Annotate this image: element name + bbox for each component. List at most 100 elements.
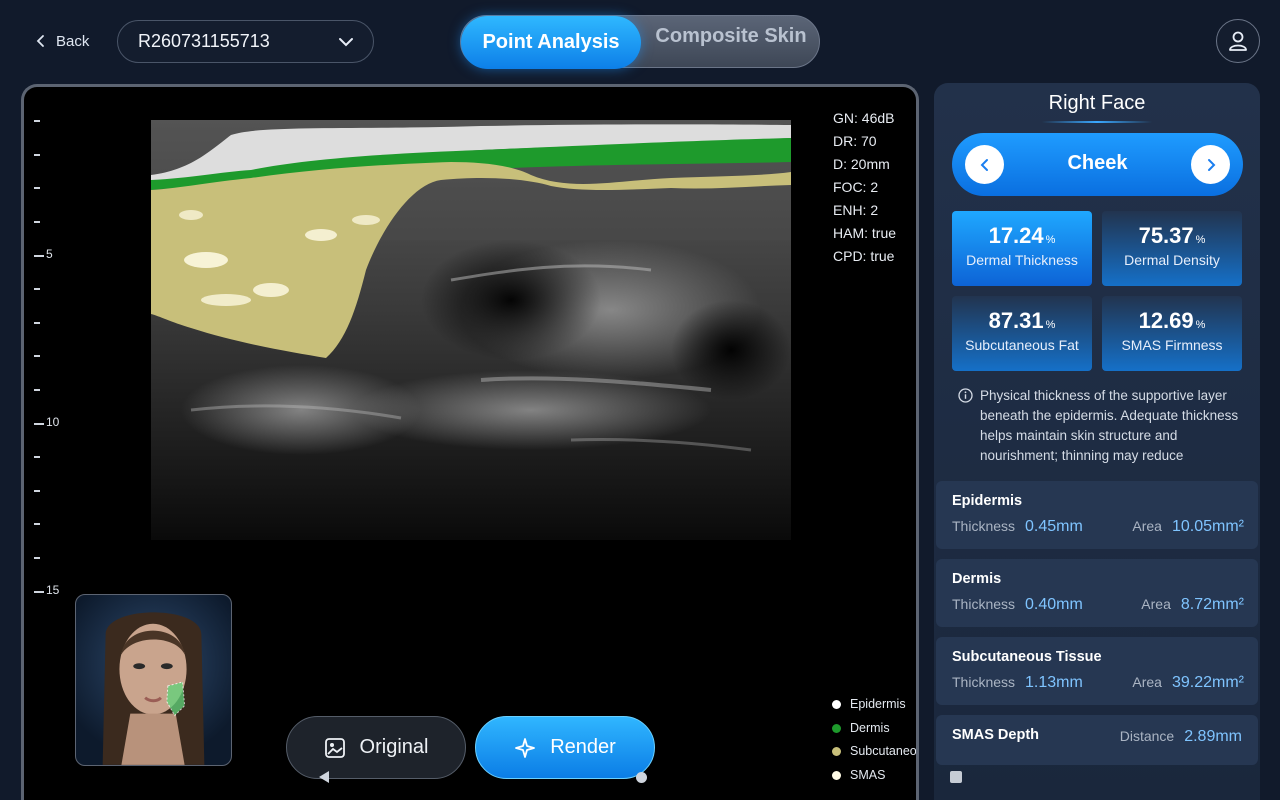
panel-title: Right Face	[1048, 92, 1146, 114]
scale-tick	[34, 322, 40, 324]
scale-tick	[34, 523, 40, 525]
legend-dot	[832, 747, 841, 757]
next-region-button[interactable]	[1191, 145, 1230, 184]
legend-dot	[832, 723, 841, 733]
legend-label: Subcutaneous Tissue	[850, 744, 917, 758]
mode-toggle: Composite Skin Point Analysis	[460, 15, 820, 69]
metric-label: Subcutaneous Fat	[965, 337, 1079, 353]
scale-tick	[34, 557, 40, 559]
param-focus: FOC: 2	[833, 179, 879, 195]
metric-label: SMAS Firmness	[1121, 337, 1223, 353]
layer-name: SMAS Depth	[952, 727, 1039, 743]
back-label: Back	[56, 32, 90, 50]
scale-tick	[34, 389, 40, 391]
scan-parameters: GN: 46dB DR: 70 D: 20mm FOC: 2 ENH: 2 HA…	[833, 107, 896, 268]
metric-value: 87.31%	[952, 308, 1092, 334]
layer-card-dermis: Dermis Thickness 0.40mm Area 8.72mm²	[936, 559, 1258, 627]
scale-tick	[34, 120, 40, 122]
param-cpd: CPD: true	[833, 248, 895, 264]
area-label: Area	[1132, 518, 1162, 534]
layer-card-epidermis: Epidermis Thickness 0.45mm Area 10.05mm²	[936, 481, 1258, 549]
scale-tick	[34, 591, 44, 593]
thickness-value: 1.13mm	[1025, 674, 1083, 691]
thickness-value: 0.40mm	[1025, 596, 1083, 613]
face-image	[102, 612, 205, 765]
original-label: Original	[359, 736, 429, 758]
layer-metrics: Thickness 1.13mm Area 39.22mm²	[952, 674, 1244, 692]
tab-point-analysis[interactable]: Point Analysis	[461, 16, 641, 69]
legend-label: SMAS	[850, 767, 886, 782]
layer-name: Dermis	[952, 571, 1002, 587]
sparkle-icon	[515, 737, 536, 758]
metric-dermal-density[interactable]: 75.37% Dermal Density	[1102, 211, 1242, 286]
ultrasound-image	[151, 120, 791, 540]
image-icon	[324, 737, 345, 758]
scale-tick	[34, 187, 40, 189]
metric-label: Dermal Density	[1124, 252, 1220, 268]
metric-unit: %	[1195, 319, 1206, 331]
thickness-label: Thickness	[952, 596, 1016, 612]
title-underline	[1042, 121, 1152, 123]
tab-composite-skin[interactable]: Composite Skin	[641, 10, 821, 63]
scale-label: 15	[46, 583, 60, 597]
metric-unit: %	[1195, 234, 1206, 246]
layer-card-subcutaneous: Subcutaneous Tissue Thickness 1.13mm Are…	[936, 637, 1258, 705]
metric-dermal-thickness[interactable]: 17.24% Dermal Thickness	[952, 211, 1092, 286]
param-gain: GN: 46dB	[833, 110, 895, 126]
scale-tick	[34, 288, 40, 290]
slider-left-handle[interactable]	[319, 771, 329, 783]
legend-item-smas: SMAS	[832, 764, 916, 788]
user-icon	[1229, 31, 1247, 51]
smas-distance: Distance 2.89mm	[1120, 728, 1242, 746]
metric-label: Dermal Thickness	[966, 252, 1078, 268]
chevron-down-icon	[339, 37, 353, 46]
layer-metrics: Thickness 0.45mm Area 10.05mm²	[952, 518, 1244, 536]
scale-label: 10	[46, 415, 60, 429]
param-enhancement: ENH: 2	[833, 202, 879, 218]
metric-number: 17.24	[988, 223, 1044, 248]
metric-number: 12.69	[1138, 308, 1194, 333]
metric-subcutaneous-fat[interactable]: 87.31% Subcutaneous Fat	[952, 296, 1092, 371]
legend-item-subcutaneous: Subcutaneous Tissue	[832, 740, 917, 764]
user-profile-button[interactable]	[1216, 19, 1260, 63]
metric-value: 75.37%	[1102, 223, 1242, 249]
record-id-select[interactable]: R260731155713	[117, 20, 374, 63]
face-location-thumbnail[interactable]	[75, 594, 232, 766]
slider-right-handle[interactable]	[636, 772, 647, 783]
layer-legend: Epidermis Dermis Subcutaneous Tissue SMA…	[832, 693, 917, 788]
area-value: 8.72mm²	[1180, 596, 1244, 613]
metric-number: 87.31	[988, 308, 1044, 333]
layer-card-smas: SMAS Depth Distance 2.89mm	[936, 715, 1258, 765]
original-view-button[interactable]: Original	[286, 716, 466, 779]
scale-tick	[34, 221, 40, 223]
area-label: Area	[1132, 674, 1162, 690]
area-label: Area	[1141, 596, 1171, 612]
legend-dot	[832, 700, 841, 710]
stop-icon[interactable]	[950, 771, 962, 783]
scale-tick	[34, 154, 40, 156]
scale-tick	[34, 355, 40, 357]
legend-label: Dermis	[850, 720, 890, 735]
layer-name: Subcutaneous Tissue	[952, 649, 1102, 665]
param-ham: HAM: true	[833, 225, 897, 241]
render-label: Render	[550, 736, 616, 758]
distance-label: Distance	[1119, 728, 1175, 744]
metric-unit: %	[1045, 319, 1056, 331]
render-view-button[interactable]: Render	[475, 716, 655, 779]
thickness-value: 0.45mm	[1025, 518, 1083, 535]
ultrasound-viewport[interactable]: 5 10 15 GN: 46dB DR: 70 D: 20mm FOC: 2 E…	[21, 84, 919, 800]
back-button[interactable]: Back	[34, 28, 89, 54]
thickness-label: Thickness	[952, 518, 1016, 534]
distance-value: 2.89mm	[1184, 728, 1242, 745]
scale-tick	[34, 423, 44, 425]
metric-value: 12.69%	[1102, 308, 1242, 334]
legend-item-epidermis: Epidermis	[832, 693, 916, 717]
metric-smas-firmness[interactable]: 12.69% SMAS Firmness	[1102, 296, 1242, 371]
scale-label: 5	[46, 247, 53, 261]
info-icon	[958, 388, 973, 403]
record-id-value: R260731155713	[138, 31, 270, 51]
chevron-right-icon	[1207, 158, 1215, 171]
layer-metrics: Thickness 0.40mm Area 8.72mm²	[952, 596, 1244, 614]
metric-unit: %	[1045, 234, 1056, 246]
region-selector: Cheek	[952, 133, 1243, 196]
